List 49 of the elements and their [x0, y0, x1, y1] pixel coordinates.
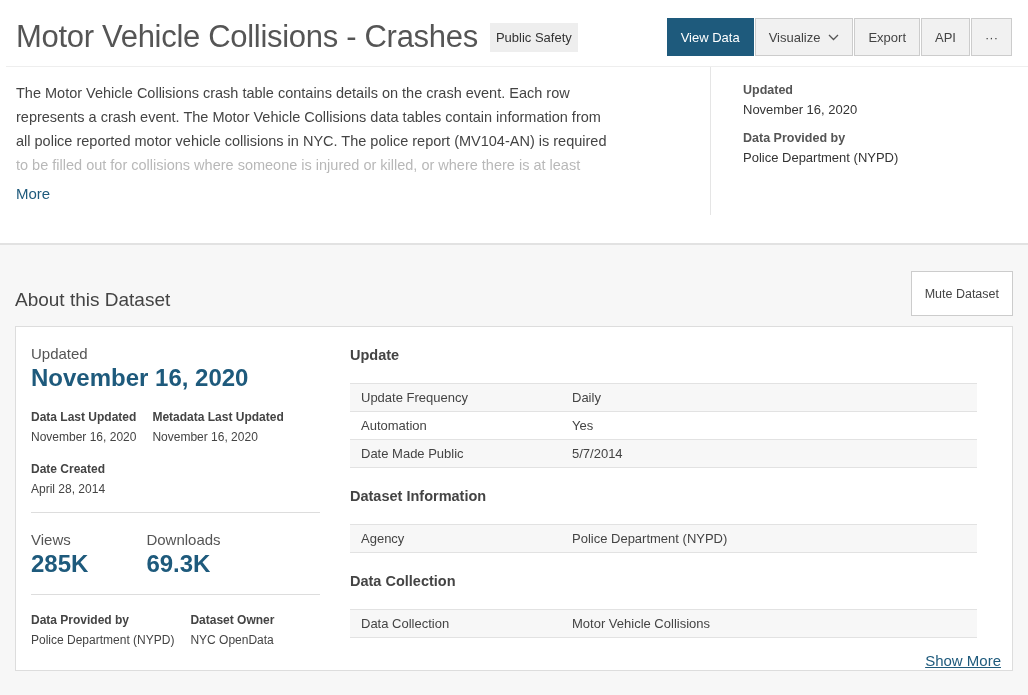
row-key: Agency: [350, 531, 572, 546]
summary-label: Data Provided by: [743, 131, 847, 145]
row-key: Automation: [350, 418, 572, 433]
field-label: Data Provided by: [31, 613, 131, 627]
row-key: Data Collection: [350, 616, 572, 631]
summary-value: November 16, 2020: [743, 102, 859, 117]
field-label: Metadata Last Updated: [152, 410, 284, 424]
row-value: Yes: [572, 418, 594, 433]
summary-label: Updated: [743, 83, 794, 97]
more-link[interactable]: More: [16, 185, 51, 202]
field-value: November 16, 2020: [152, 430, 259, 444]
updated-label: Updated: [31, 345, 89, 362]
description-text: all police reported motor vehicle collisions in NYC. The police report (MV104-AN) is required: [16, 132, 608, 151]
row-value: Motor Vehicle Collisions: [572, 616, 710, 631]
stat-label: Downloads: [146, 531, 221, 548]
field-label: Dataset Owner: [190, 613, 275, 627]
section-title: About this Dataset: [15, 289, 171, 311]
mute-button[interactable]: Mute Dataset: [910, 271, 1013, 316]
show-more-link[interactable]: Show More: [925, 652, 1001, 669]
section-heading: Update: [350, 347, 401, 363]
field-value: November 16, 2020: [31, 430, 137, 444]
category-tag: Public Safety: [489, 22, 578, 52]
dropdown-button[interactable]: Visualize: [754, 18, 854, 56]
field-value: Police Department (NYPD): [31, 633, 175, 647]
description-text: to be filled out for collisions where someone is injured or killed, or where there is at least: [16, 156, 582, 175]
toolbar-button[interactable]: Export: [854, 18, 921, 56]
row-value: Daily: [572, 390, 601, 405]
field-value: April 28, 2014: [31, 482, 106, 496]
field-label: Date Created: [31, 462, 106, 476]
toolbar-button[interactable]: View Data: [666, 18, 754, 56]
page-title: Motor Vehicle Collisions - Crashes: [16, 19, 478, 55]
field-value: NYC OpenData: [190, 633, 275, 647]
toolbar-button[interactable]: ···: [971, 18, 1012, 56]
description-text: represents a crash event. The Motor Vehicle Collisions data tables contain information from: [16, 108, 602, 127]
row-key: Date Made Public: [350, 446, 572, 461]
description-text: The Motor Vehicle Collisions crash table contains details on the crash event. Each row: [16, 84, 571, 103]
updated-date: November 16, 2020: [31, 364, 250, 392]
field-label: Data Last Updated: [31, 410, 137, 424]
stat-value: 285K: [31, 550, 89, 578]
stat-label: Views: [31, 531, 72, 548]
row-value: 5/7/2014: [572, 446, 623, 461]
chevron-down-icon: [828, 33, 840, 41]
section-heading: Dataset Information: [350, 488, 488, 504]
row-key: Update Frequency: [350, 390, 572, 405]
toolbar-button[interactable]: API: [921, 18, 970, 56]
stat-value: 69.3K: [146, 550, 212, 578]
row-value: Police Department (NYPD): [572, 531, 728, 546]
section-heading: Data Collection: [350, 573, 457, 589]
summary-value: Police Department (NYPD): [743, 150, 900, 165]
